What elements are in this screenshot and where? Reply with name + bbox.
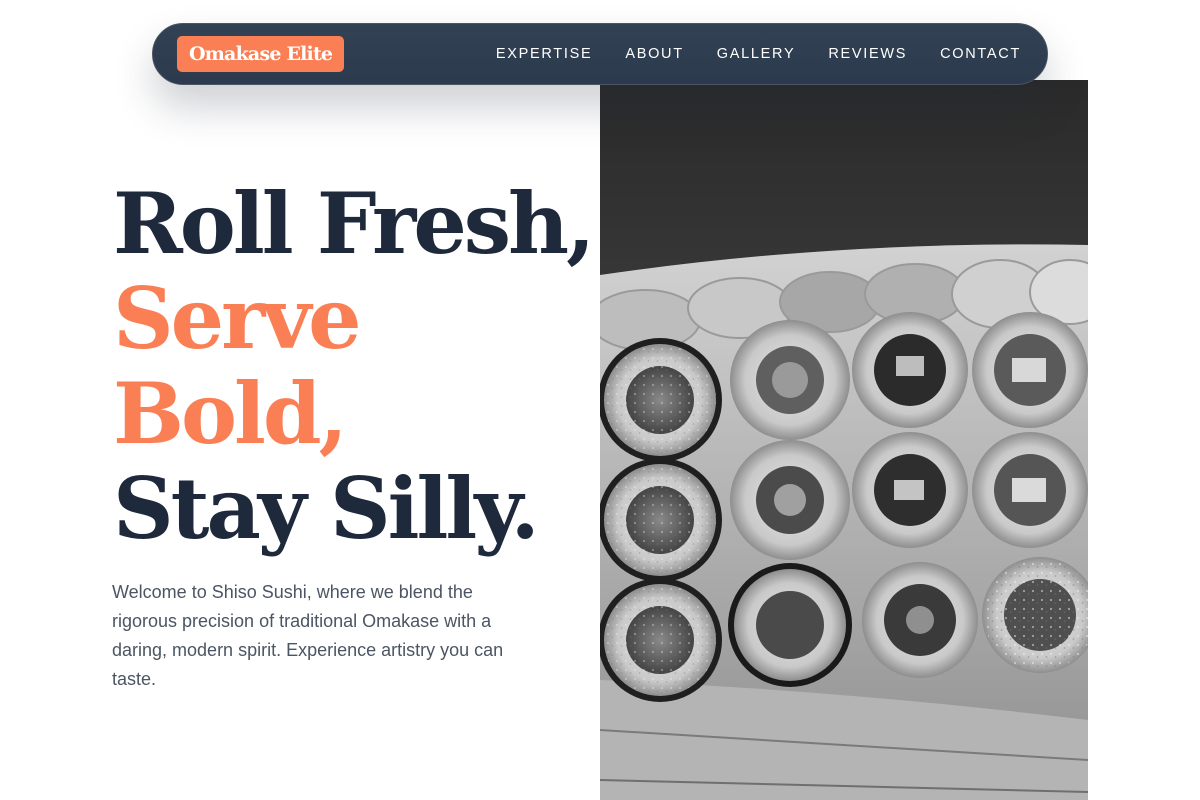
- hero-headline: Roll Fresh, Serve Bold, Stay Silly.: [113, 174, 595, 558]
- headline-line-2: Serve: [113, 269, 362, 368]
- nav-link-reviews[interactable]: REVIEWS: [828, 46, 907, 62]
- headline-line-1: Roll Fresh,: [113, 174, 595, 273]
- nav-link-gallery[interactable]: GALLERY: [717, 46, 796, 62]
- hero-intro-text: Welcome to Shiso Sushi, where we blend t…: [112, 582, 504, 689]
- headline-line-4: Stay Silly.: [113, 459, 540, 558]
- nav-links: EXPERTISE ABOUT GALLERY REVIEWS CONTACT: [496, 46, 1021, 62]
- nav-link-expertise[interactable]: EXPERTISE: [496, 46, 592, 62]
- hero-sushi-photo: [600, 80, 1088, 800]
- nav-link-about[interactable]: ABOUT: [625, 46, 683, 62]
- headline-line-3: Bold,: [113, 364, 348, 463]
- nav-link-contact[interactable]: CONTACT: [940, 46, 1021, 62]
- brand-logo[interactable]: Omakase Elite: [177, 36, 345, 72]
- top-navigation: Omakase Elite EXPERTISE ABOUT GALLERY RE…: [152, 23, 1048, 85]
